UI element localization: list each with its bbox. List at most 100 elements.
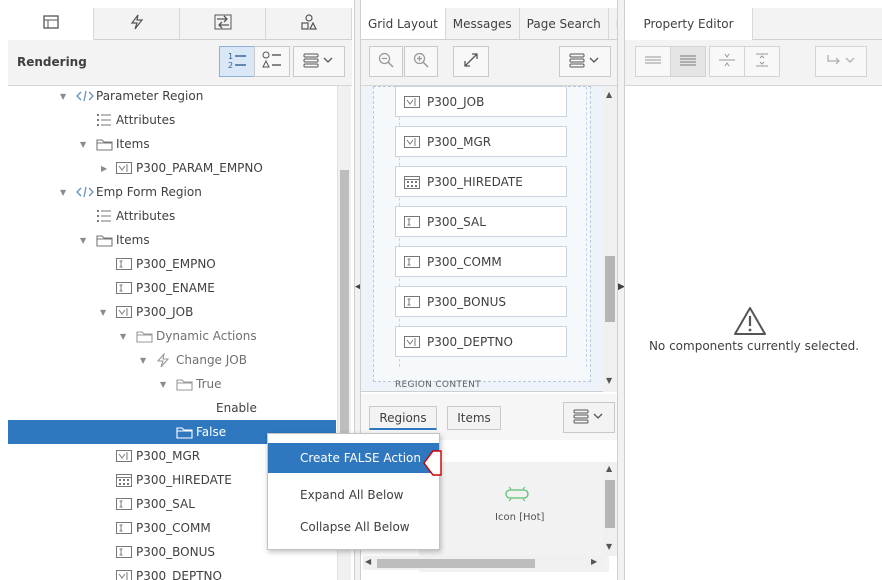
scroll-down-icon[interactable]: ▼ (606, 376, 612, 385)
scrollbar-thumb[interactable] (377, 559, 535, 568)
tree-node-items[interactable]: ▼ Items (8, 228, 336, 252)
panel-title: Rendering (17, 55, 87, 69)
scrollbar-thumb[interactable] (605, 480, 615, 528)
tab-regions[interactable]: Regions (369, 406, 437, 430)
tree-node-true[interactable]: ▼ True (8, 372, 336, 396)
tree-node-change-job[interactable]: ▼ Change JOB (8, 348, 336, 372)
text-field-icon (404, 256, 420, 271)
show-all-button[interactable] (670, 46, 706, 77)
go-to-group-button[interactable] (815, 46, 867, 77)
tree-node-attributes[interactable]: Attributes (8, 204, 336, 228)
expand-toggle-icon[interactable]: ▼ (120, 332, 126, 341)
gallery-menu-button[interactable] (563, 402, 615, 433)
tree-node-label: P300_HIREDATE (136, 473, 232, 487)
scroll-down-icon[interactable]: ▼ (606, 542, 612, 551)
text-field-icon (404, 296, 420, 311)
menu-item-expand-all-below[interactable]: Expand All Below (268, 480, 439, 510)
layout-item-p300-deptno[interactable]: P300_DEPTNO (395, 326, 567, 357)
tab-rendering[interactable] (8, 8, 94, 40)
select-list-icon (116, 570, 132, 580)
scroll-up-icon[interactable]: ▲ (606, 90, 612, 99)
tab-processing[interactable] (180, 8, 266, 39)
go-to-arrow-icon (825, 52, 857, 71)
canvas-scrollbar[interactable]: ▲ ▼ (603, 86, 617, 392)
hot-button-icon[interactable] (503, 485, 531, 506)
tree-node-p300-deptno[interactable]: P300_DEPTNO (8, 564, 336, 580)
grid-layout-menu-button[interactable] (559, 46, 611, 77)
tree-node-dynamic-actions[interactable]: ▼ Dynamic Actions (8, 324, 336, 348)
tab-help[interactable]: H (609, 8, 617, 39)
rendering-toolbar: Rendering 12 (8, 40, 352, 86)
view-by-component-button[interactable]: 12 (219, 46, 255, 77)
zoom-out-icon (378, 52, 394, 71)
select-list-icon (116, 450, 132, 462)
tree-node-enable[interactable]: Enable (8, 396, 336, 420)
tree-node-label: P300_SAL (136, 497, 195, 511)
tab-shared-components[interactable] (266, 8, 352, 39)
collapse-all-button[interactable] (709, 46, 745, 77)
layout-item-p300-mgr[interactable]: P300_MGR (395, 126, 567, 157)
text-field-icon (116, 258, 132, 270)
tree-node-attributes[interactable]: Attributes (8, 108, 336, 132)
layout-item-label: P300_SAL (427, 214, 486, 229)
tab-dynamic-actions[interactable] (94, 8, 180, 39)
rendering-menu-button[interactable] (293, 46, 345, 77)
tree-node-parameter-region[interactable]: ▼ Parameter Region (8, 86, 336, 108)
expand-button[interactable] (453, 46, 489, 77)
scrollbar-thumb[interactable] (605, 256, 615, 322)
tree-node-label: P300_ENAME (136, 281, 215, 295)
expand-all-button[interactable] (744, 46, 780, 77)
expand-toggle-icon[interactable]: ▼ (60, 188, 66, 197)
scroll-right-icon[interactable]: ▶ (591, 557, 597, 566)
tree-node-emp-form-region[interactable]: ▼ Emp Form Region (8, 180, 336, 204)
grid-layout-toolbar (361, 40, 617, 86)
text-field-icon (116, 546, 132, 558)
tree-node-label: Enable (216, 401, 257, 415)
expand-toggle-icon[interactable]: ▼ (60, 92, 66, 101)
scroll-up-icon[interactable]: ▲ (606, 464, 612, 473)
svg-text:1: 1 (228, 52, 233, 61)
tab-page-search[interactable]: Page Search (520, 8, 609, 39)
tree-node-p300-job[interactable]: ▼ P300_JOB (8, 300, 336, 324)
tree-node-label: False (196, 425, 227, 439)
tree-node-p300-param-empno[interactable]: ▶ P300_PARAM_EMPNO (8, 156, 336, 180)
layout-item-p300-comm[interactable]: P300_COMM (395, 246, 567, 277)
layout-item-p300-hiredate[interactable]: P300_HIREDATE (395, 166, 567, 197)
tree-node-label: P300_JOB (136, 305, 194, 319)
tree-node-label: Items (116, 233, 150, 247)
zoom-out-button[interactable] (369, 46, 403, 77)
zoom-in-button[interactable] (404, 46, 438, 77)
expand-toggle-icon[interactable]: ▼ (100, 308, 106, 317)
tree-node-p300-empno[interactable]: P300_EMPNO (8, 252, 336, 276)
layout-item-p300-job[interactable]: P300_JOB (395, 86, 567, 117)
lines-icon (644, 54, 662, 69)
gallery-scrollbar[interactable]: ▲ ▼ (603, 462, 617, 556)
tab-messages[interactable]: Messages (446, 8, 520, 39)
menu-icon (569, 52, 601, 71)
expand-toggle-icon[interactable]: ▼ (80, 236, 86, 245)
tree-node-label: Attributes (116, 209, 176, 223)
layout-item-p300-sal[interactable]: P300_SAL (395, 206, 567, 237)
tree-node-p300-ename[interactable]: P300_ENAME (8, 276, 336, 300)
tab-property-editor[interactable]: Property Editor (625, 8, 753, 40)
gallery-hscrollbar[interactable]: ◀ ▶ (363, 556, 603, 570)
attributes-icon (96, 113, 112, 127)
expand-toggle-icon[interactable]: ▼ (80, 140, 86, 149)
tab-grid-layout[interactable]: Grid Layout (361, 8, 446, 39)
show-common-button[interactable] (635, 46, 671, 77)
grid-layout-canvas[interactable]: P300_JOB P300_MGR P300_HIREDATE P300_SAL… (361, 86, 617, 392)
menu-item-create-false-action[interactable]: Create FALSE Action (268, 443, 439, 473)
folder-icon (176, 378, 193, 391)
folder-icon (96, 234, 113, 247)
folder-icon (96, 138, 113, 151)
tab-items[interactable]: Items (447, 406, 501, 430)
menu-item-collapse-all-below[interactable]: Collapse All Below (268, 512, 439, 542)
scroll-left-icon[interactable]: ◀ (365, 557, 371, 566)
layout-item-p300-bonus[interactable]: P300_BONUS (395, 286, 567, 317)
select-list-icon (404, 96, 420, 111)
collapsed-toggle-icon[interactable]: ▶ (101, 164, 107, 173)
expand-toggle-icon[interactable]: ▼ (140, 356, 146, 365)
tree-node-items[interactable]: ▼ Items (8, 132, 336, 156)
expand-toggle-icon[interactable]: ▼ (160, 380, 166, 389)
view-by-processing-order-button[interactable] (254, 46, 290, 77)
